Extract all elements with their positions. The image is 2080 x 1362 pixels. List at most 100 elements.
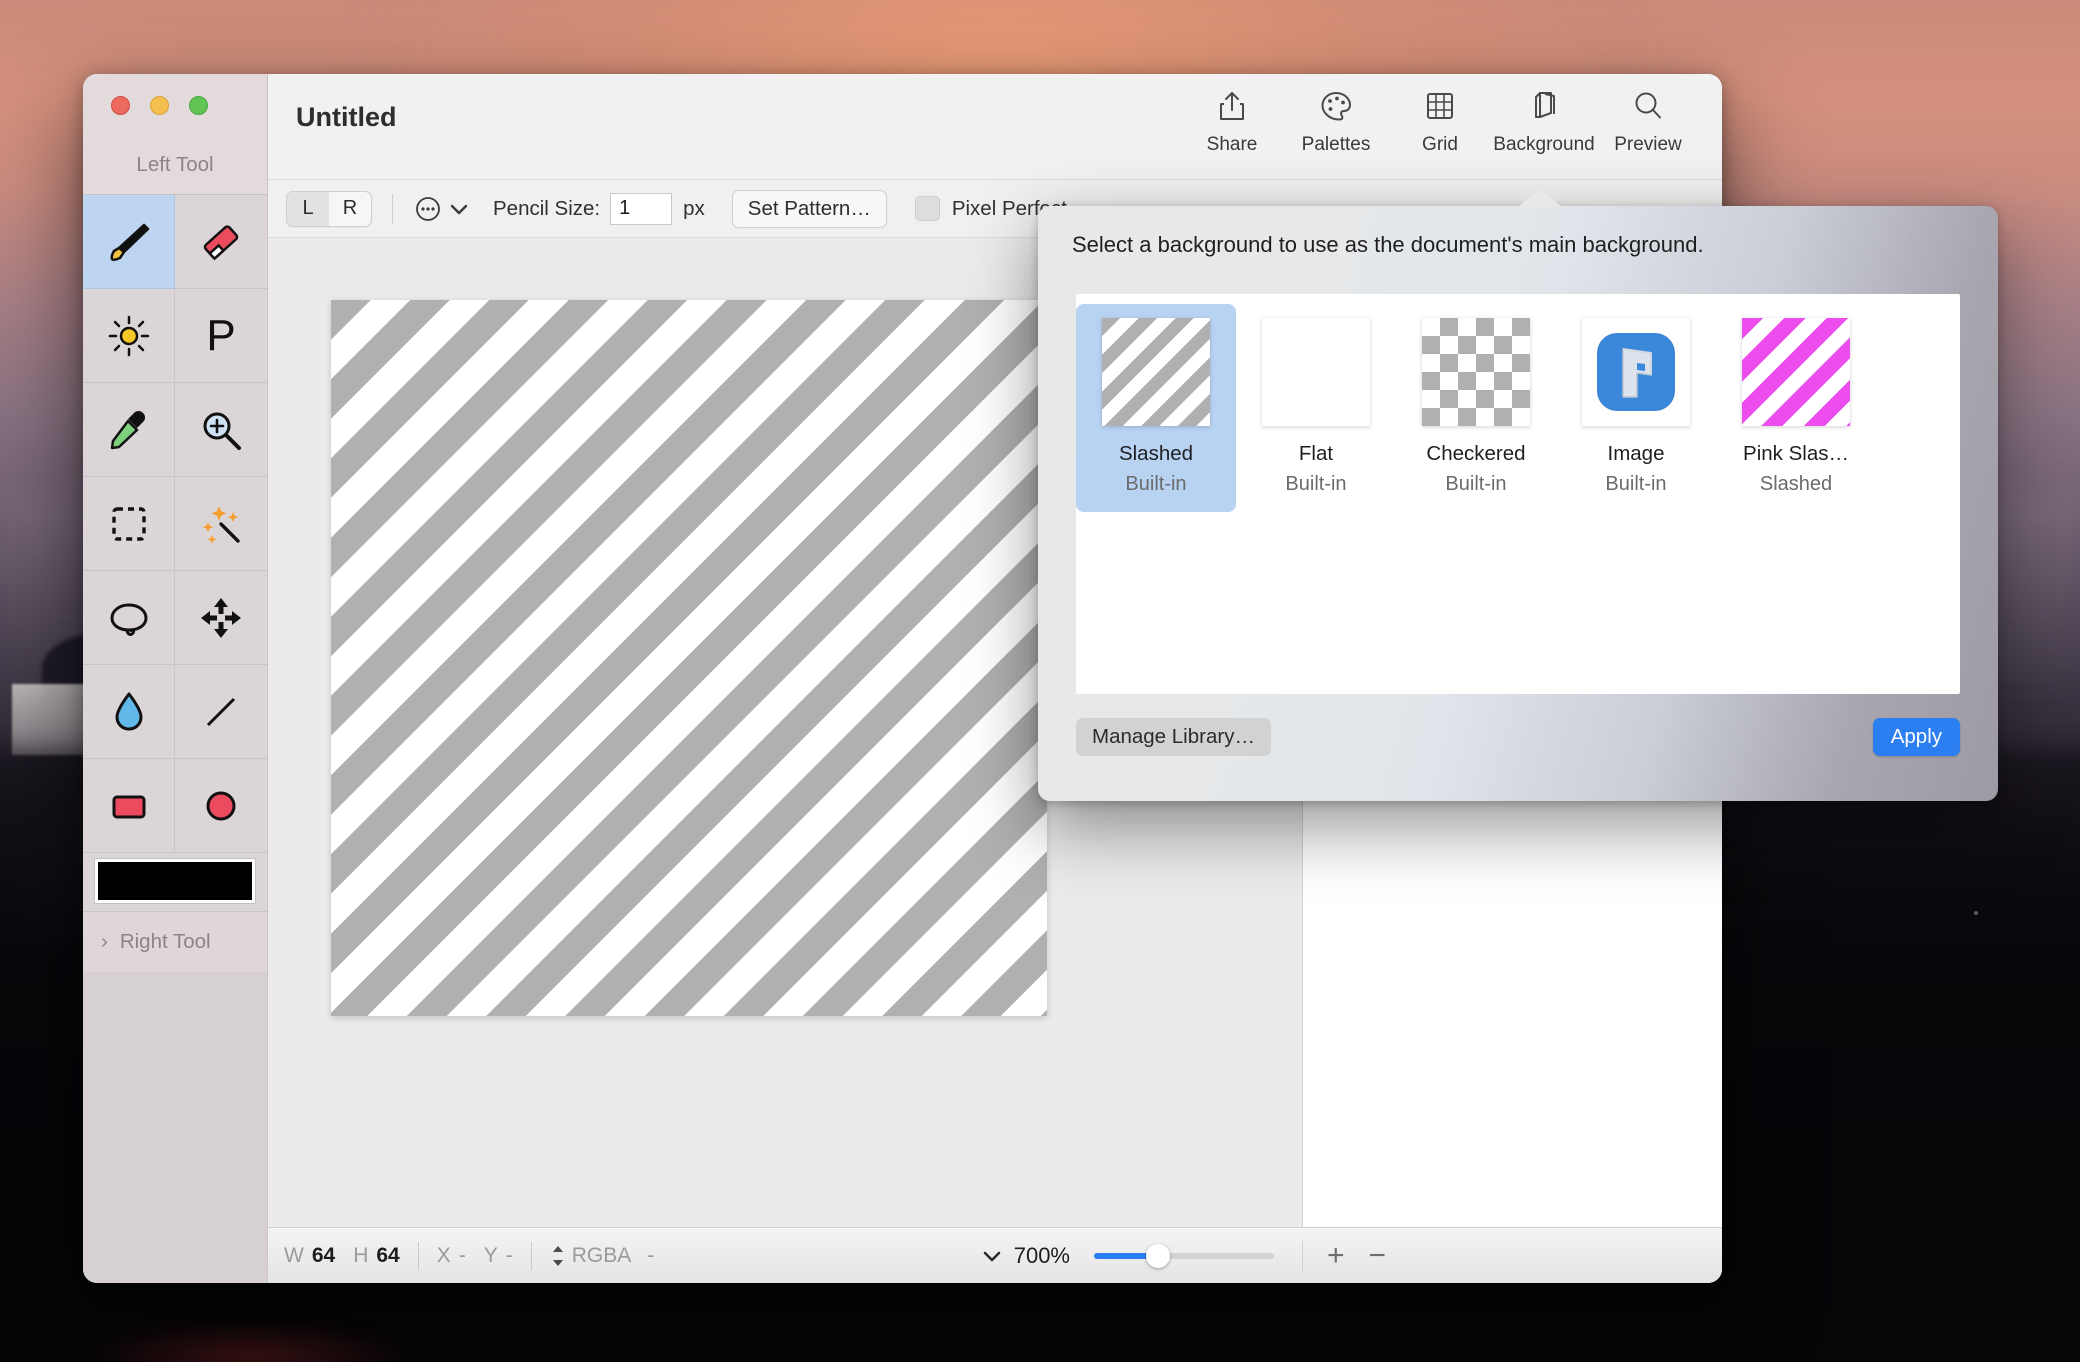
eraser-icon (203, 224, 239, 260)
app-logo-icon (1597, 333, 1675, 411)
left-tool-sidebar: Left Tool P › Right Tool (83, 74, 268, 1283)
tool-more-menu[interactable] (413, 194, 469, 224)
move-arrows-icon (201, 597, 241, 638)
zoom-controls[interactable]: 700% (982, 1243, 1274, 1269)
popover-arrow (1518, 189, 1562, 207)
background-item-flat[interactable]: Flat Built-in (1236, 304, 1396, 512)
background-item-pink-slashed[interactable]: Pink Slas… Slashed (1716, 304, 1876, 512)
tool-eyedropper[interactable] (83, 383, 175, 477)
manage-library-label: Manage Library… (1092, 725, 1255, 748)
tool-rectangular-selection[interactable] (83, 477, 175, 571)
tool-fill-bucket[interactable] (83, 665, 175, 759)
right-tool-label: Right Tool (119, 930, 211, 953)
background-item-subtitle: Built-in (1445, 473, 1507, 495)
height-label: H (353, 1243, 369, 1267)
remove-layer-button[interactable]: − (1369, 1240, 1387, 1271)
background-item-subtitle: Built-in (1285, 473, 1347, 495)
lasso-icon (109, 602, 148, 636)
toolbar-button-grid[interactable]: Grid (1388, 86, 1492, 156)
tool-line[interactable] (175, 665, 267, 759)
background-item-name: Checkered (1426, 442, 1526, 465)
document-canvas[interactable] (331, 300, 1047, 1016)
pencil-size-unit: px (683, 196, 705, 220)
slashed-thumbnail (1102, 318, 1210, 426)
water-drop-icon (115, 692, 142, 730)
pink-slashed-thumbnail (1742, 318, 1850, 426)
left-right-segmented-control[interactable]: L R (286, 190, 372, 227)
apply-button[interactable]: Apply (1872, 718, 1960, 756)
y-label: Y (483, 1243, 498, 1267)
tool-grid: P (83, 194, 267, 853)
checkered-thumbnail (1422, 318, 1530, 426)
tool-pattern-p[interactable]: P (175, 289, 267, 383)
eyedropper-icon (110, 410, 145, 449)
chevron-down-icon[interactable] (982, 1249, 1002, 1263)
width-value: 64 (311, 1243, 336, 1267)
height-value: 64 (376, 1243, 400, 1267)
tool-move[interactable] (175, 571, 267, 665)
add-layer-button[interactable]: + (1327, 1240, 1345, 1271)
zoom-slider-knob[interactable] (1146, 1243, 1170, 1268)
background-item-slashed[interactable]: Slashed Built-in (1076, 304, 1236, 512)
background-item-name: Pink Slas… (1743, 442, 1849, 465)
background-item-subtitle: Slashed (1759, 473, 1833, 495)
tool-ellipse[interactable] (175, 759, 267, 853)
toolbar-actions: Share Palettes Grid Background Preview (1180, 86, 1700, 156)
window-traffic-lights (83, 74, 267, 136)
color-value: - (647, 1243, 655, 1267)
segment-right[interactable]: R (329, 192, 371, 226)
background-item-name: Image (1607, 442, 1665, 465)
width-label: W (284, 1243, 304, 1267)
right-tool-disclosure[interactable]: › Right Tool (83, 912, 267, 972)
image-thumbnail (1582, 318, 1690, 426)
tool-eraser[interactable] (175, 195, 267, 289)
minimize-button[interactable] (150, 95, 169, 115)
background-item-name: Flat (1298, 442, 1334, 465)
layers-icon (1527, 86, 1561, 126)
pencil-size-input[interactable]: 1 (610, 192, 673, 225)
set-pattern-button[interactable]: Set Pattern… (731, 189, 887, 228)
background-item-image[interactable]: Image Built-in (1556, 304, 1716, 512)
zoom-slider[interactable] (1094, 1243, 1274, 1268)
background-items-row: Slashed Built-in Flat Built-in Checkered… (1076, 294, 1960, 512)
manage-library-button[interactable]: Manage Library… (1076, 718, 1271, 756)
toolbar-button-background[interactable]: Background (1492, 86, 1596, 156)
color-mode-label[interactable]: RGBA (572, 1244, 632, 1268)
background-item-checkered[interactable]: Checkered Built-in (1396, 304, 1556, 512)
tool-lasso[interactable] (83, 571, 175, 665)
toolbar-button-share[interactable]: Share (1180, 86, 1284, 156)
toolbar-button-palettes[interactable]: Palettes (1284, 86, 1388, 156)
chevron-right-icon: › (101, 930, 108, 953)
toolbar-button-preview[interactable]: Preview (1596, 86, 1700, 156)
window-titlebar: Untitled Share Palettes Grid Background … (268, 74, 1722, 180)
tool-zoom[interactable] (175, 383, 267, 477)
close-button[interactable] (111, 95, 130, 115)
primary-color-swatch[interactable] (95, 859, 255, 903)
grid-icon (1423, 86, 1457, 126)
pattern-p-icon: P (206, 310, 236, 360)
tool-brightness[interactable] (83, 289, 175, 383)
segment-left[interactable]: L (287, 191, 329, 226)
primary-color-swatch-container (83, 853, 267, 912)
stepper-updown-icon[interactable] (550, 1243, 566, 1269)
tool-paintbrush[interactable] (83, 195, 175, 289)
toolbar-label-palettes: Palettes (1301, 134, 1371, 155)
wallpaper-red-glow (83, 1321, 416, 1362)
pencil-size-label: Pencil Size: (493, 196, 601, 220)
tool-magic-wand[interactable] (175, 477, 267, 571)
options-separator-1 (392, 193, 393, 224)
status-bar: W 64 H 64 X - Y - RGBA - 700% + − (268, 1227, 1722, 1283)
search-icon (1631, 86, 1665, 126)
status-bar-left: W 64 H 64 X - Y - RGBA - 700% (268, 1241, 1302, 1270)
background-library-list[interactable]: Slashed Built-in Flat Built-in Checkered… (1076, 294, 1960, 694)
brightness-icon (108, 315, 149, 356)
toolbar-label-grid: Grid (1422, 134, 1458, 155)
background-item-subtitle: Built-in (1605, 473, 1667, 495)
tool-rectangle[interactable] (83, 759, 175, 853)
popover-title: Select a background to use as the docume… (1072, 232, 1704, 257)
share-icon (1215, 86, 1249, 126)
left-tool-header: Left Tool (136, 153, 214, 176)
pixel-perfect-checkbox[interactable] (914, 196, 940, 221)
layer-actions: + − (1302, 1240, 1722, 1271)
zoom-button[interactable] (189, 95, 208, 115)
